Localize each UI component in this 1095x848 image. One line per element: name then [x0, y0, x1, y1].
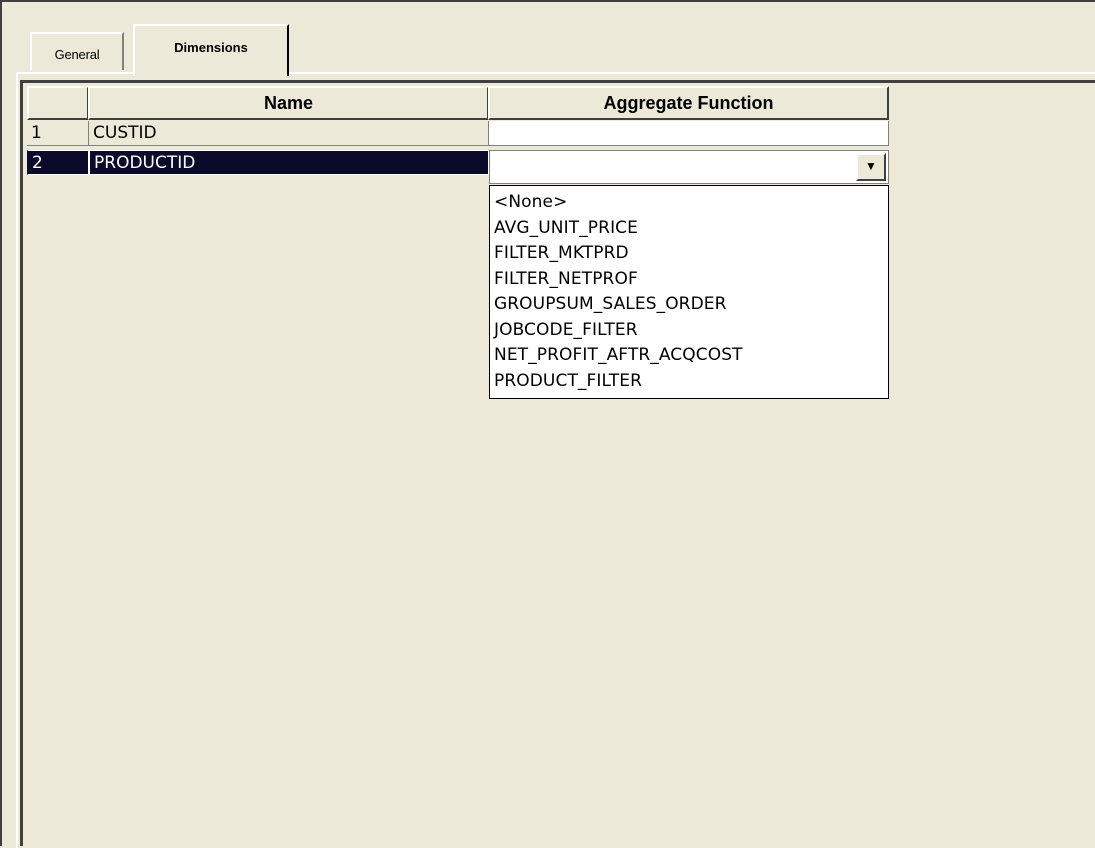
dropdown-option[interactable]: JOBCODE_FILTER — [494, 318, 888, 344]
dropdown-option[interactable]: PRODUCT_FILTER — [494, 369, 888, 395]
tab-general[interactable]: General — [30, 32, 124, 70]
dropdown-option[interactable]: GROUPSUM_SALES_ORDER — [494, 292, 888, 318]
dropdown-arrow-button[interactable]: ▼ — [856, 153, 886, 181]
aggregate-function-dropdown-list: <None> AVG_UNIT_PRICE FILTER_MKTPRD FILT… — [489, 185, 889, 399]
chevron-down-icon: ▼ — [865, 159, 877, 173]
dropdown-option[interactable]: FILTER_NETPROF — [494, 267, 888, 293]
dropdown-option[interactable]: FILTER_MKTPRD — [494, 241, 888, 267]
dropdown-option[interactable]: <None> — [494, 190, 888, 216]
dropdown-option[interactable]: NET_PROFIT_AFTR_ACQCOST — [494, 343, 888, 369]
dropdown-option[interactable]: AVG_UNIT_PRICE — [494, 216, 888, 242]
tab-dimensions[interactable]: Dimensions — [133, 24, 289, 76]
aggregate-function-combobox[interactable]: ▼ — [489, 150, 889, 184]
